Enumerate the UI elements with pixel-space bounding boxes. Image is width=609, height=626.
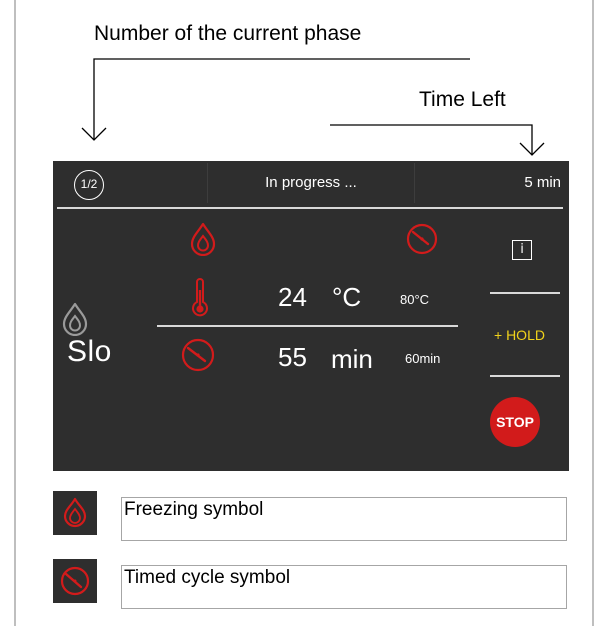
phase-number-callout: Number of the current phase bbox=[94, 22, 362, 45]
mode-freezing-icon bbox=[62, 302, 88, 336]
thermometer-icon bbox=[192, 278, 208, 317]
top-bar: 1/2 In progress ... 5 min bbox=[53, 161, 569, 209]
cycle-status: In progress ... bbox=[265, 174, 357, 191]
freezing-icon bbox=[190, 222, 216, 256]
time-left-value: 5 min bbox=[524, 174, 561, 191]
hold-button[interactable]: + HOLD bbox=[494, 327, 545, 343]
readout-divider bbox=[157, 325, 458, 327]
topbar-rule bbox=[57, 207, 563, 209]
time-left-callout: Time Left bbox=[419, 88, 506, 111]
time-left-callout-line bbox=[330, 124, 533, 155]
phase-callout-arrowhead bbox=[81, 127, 107, 141]
time-left-callout-arrowhead bbox=[519, 142, 545, 156]
right-panel-rule bbox=[490, 292, 560, 294]
frame-right-border bbox=[592, 0, 594, 626]
time-target: 60min bbox=[405, 351, 441, 366]
legend-label-timer: Timed cycle symbol bbox=[121, 565, 567, 609]
timer-readout-icon bbox=[181, 338, 215, 372]
mode-label: Slo bbox=[67, 335, 112, 368]
legend-label-freezing: Freezing symbol bbox=[121, 497, 567, 541]
time-value: 55 bbox=[278, 342, 307, 372]
frame-left-border bbox=[14, 0, 16, 626]
phase-indicator: 1/2 bbox=[74, 170, 104, 200]
page: Number of the current phase Time Left 1/… bbox=[0, 0, 609, 626]
legend-swatch-freezing bbox=[53, 491, 97, 535]
temperature-target: 80°C bbox=[400, 292, 430, 307]
timer-icon bbox=[60, 566, 90, 596]
right-panel-rule bbox=[490, 375, 560, 377]
freezing-icon bbox=[63, 497, 87, 528]
stop-button[interactable]: STOP bbox=[490, 397, 540, 447]
time-unit: min bbox=[331, 344, 373, 374]
topbar-divider bbox=[414, 163, 415, 203]
info-button[interactable]: i bbox=[512, 240, 532, 260]
timer-icon bbox=[406, 223, 438, 255]
legend-swatch-timer bbox=[53, 559, 97, 603]
temperature-value: 24 bbox=[278, 282, 307, 312]
phase-callout-line bbox=[93, 58, 470, 140]
temperature-unit: °C bbox=[332, 282, 362, 312]
controller-screen: 1/2 In progress ... 5 min i 24 °C 80°C S… bbox=[53, 161, 569, 471]
